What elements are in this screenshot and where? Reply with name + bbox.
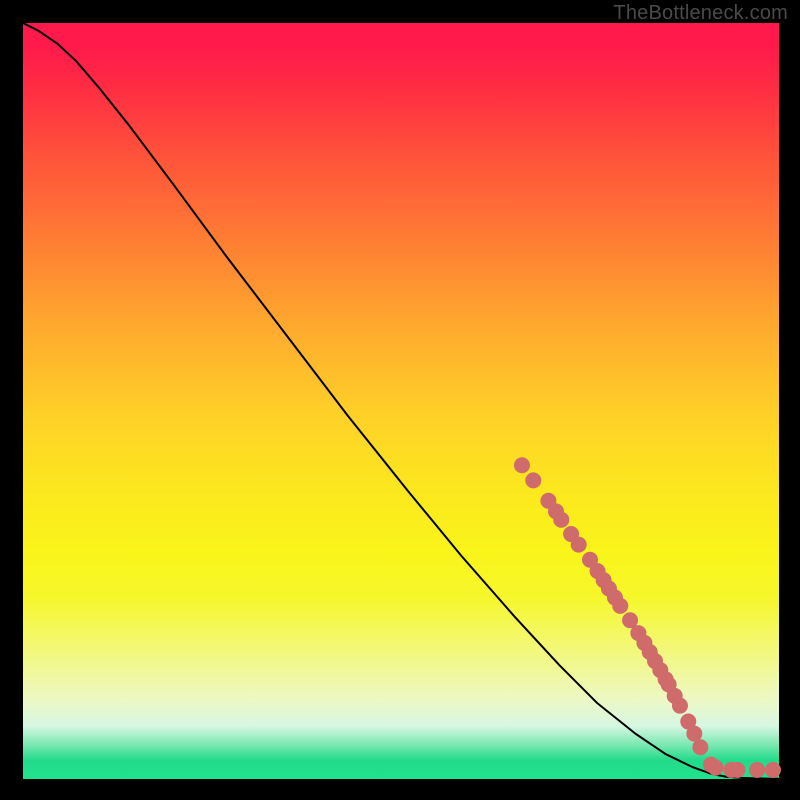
- chart-stage: TheBottleneck.com: [0, 0, 800, 800]
- plot-gradient-background: [23, 23, 779, 779]
- watermark-text: TheBottleneck.com: [613, 2, 788, 25]
